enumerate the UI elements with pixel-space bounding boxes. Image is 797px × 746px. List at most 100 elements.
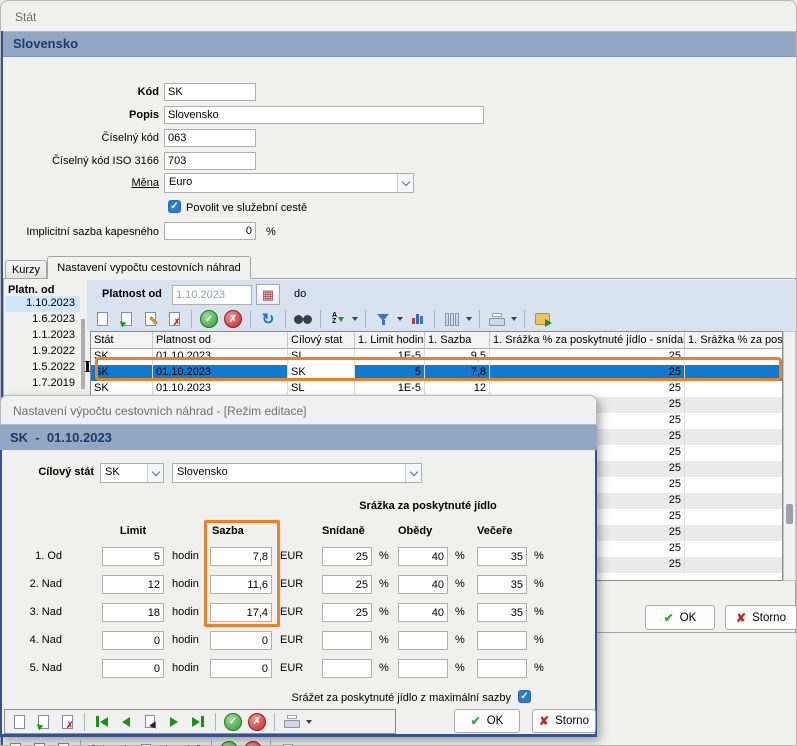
print-icon[interactable] [278, 740, 298, 746]
chevron-down-icon[interactable] [405, 464, 421, 482]
columns-icon[interactable] [442, 309, 462, 329]
vecere-field[interactable] [477, 659, 527, 678]
scrollbar-thumb[interactable] [81, 319, 85, 389]
search-binoculars-icon[interactable] [293, 309, 313, 329]
sazba-field[interactable] [210, 575, 272, 594]
snidane-field[interactable] [322, 575, 372, 594]
copy-record-icon[interactable] [116, 309, 136, 329]
browse-records-icon[interactable] [136, 740, 156, 746]
cancel-icon[interactable]: ✗ [243, 740, 263, 746]
limit-field[interactable] [102, 659, 164, 678]
tab-nastaveni-nahrad[interactable]: Nastavení vypočtu cestovních náhrad [47, 256, 251, 279]
vecere-field[interactable] [477, 547, 527, 566]
confirm-icon[interactable]: ✓ [223, 712, 243, 732]
snidane-field[interactable] [322, 631, 372, 650]
dialog-storno-button[interactable]: ✘ Storno [532, 709, 596, 733]
nav-last-icon[interactable] [188, 712, 208, 732]
table-row-selected[interactable]: SK 01.10.2023 SK 5 7,8 25 [91, 365, 782, 381]
table-row[interactable]: SK 01.10.2023 SI 1E-5 9,5 25 [91, 349, 782, 365]
confirm-icon[interactable]: ✓ [219, 740, 239, 746]
popis-field[interactable] [164, 106, 484, 124]
table-scrollbar[interactable] [783, 331, 796, 581]
copy-record-icon[interactable] [33, 712, 53, 732]
export-icon[interactable] [532, 309, 552, 329]
browse-records-icon[interactable] [140, 712, 160, 732]
edit-record-icon[interactable] [140, 309, 160, 329]
obedy-field[interactable] [398, 575, 448, 594]
sazba-field[interactable] [210, 659, 272, 678]
refresh-icon[interactable]: ↻ [258, 309, 278, 329]
filter-icon[interactable] [373, 309, 393, 329]
date-list-scrollbar[interactable] [81, 291, 85, 396]
cancel-icon[interactable]: ✗ [247, 712, 267, 732]
nav-prev-icon[interactable] [112, 740, 132, 746]
povolit-checkbox[interactable]: ✓ [168, 200, 181, 213]
nav-first-icon[interactable] [92, 712, 112, 732]
print-icon[interactable] [487, 309, 507, 329]
nav-first-icon[interactable] [88, 740, 108, 746]
limit-field[interactable] [102, 575, 164, 594]
print-icon[interactable] [282, 712, 302, 732]
sazba-field[interactable] [210, 631, 272, 650]
filter-chart-icon[interactable] [407, 309, 427, 329]
print-caret-icon[interactable] [306, 720, 312, 724]
nav-next-icon[interactable] [160, 740, 180, 746]
srazet-checkbox[interactable]: ✓ [518, 690, 531, 703]
ok-button[interactable]: ✔ OK [645, 605, 715, 630]
platnost-od-field[interactable] [172, 285, 252, 305]
nav-next-icon[interactable] [164, 712, 184, 732]
col-header[interactable]: Stát [91, 332, 153, 349]
date-list-item[interactable]: 1.6.2023 [6, 312, 80, 328]
cancel-icon[interactable]: ✗ [223, 309, 243, 329]
date-list-item[interactable]: 1.7.2019 [6, 376, 80, 392]
sort-az-icon[interactable]: AZ [328, 309, 348, 329]
tab-kurzy[interactable]: Kurzy [5, 260, 47, 279]
columns-caret-icon[interactable] [466, 317, 472, 321]
copy-record-icon[interactable] [29, 740, 49, 746]
col-header[interactable]: 1. Sazba [425, 332, 490, 349]
new-record-icon[interactable] [92, 309, 112, 329]
sort-caret-icon[interactable] [352, 317, 358, 321]
storno-button[interactable]: ✘ Storno [725, 605, 797, 630]
obedy-field[interactable] [398, 631, 448, 650]
limit-field[interactable] [102, 603, 164, 622]
chevron-down-icon[interactable] [147, 464, 163, 482]
vecere-field[interactable] [477, 631, 527, 650]
ciselny-kod-field[interactable] [164, 129, 256, 147]
snidane-field[interactable] [322, 659, 372, 678]
filter-caret-icon[interactable] [397, 317, 403, 321]
obedy-field[interactable] [398, 659, 448, 678]
nav-last-icon[interactable] [184, 740, 204, 746]
vecere-field[interactable] [477, 603, 527, 622]
date-list-item[interactable]: 1.9.2022 [6, 344, 80, 360]
snidane-field[interactable] [322, 603, 372, 622]
date-list-item[interactable]: 1.10.2023 [6, 296, 80, 312]
sazba-field[interactable] [210, 547, 272, 566]
obedy-field[interactable] [398, 603, 448, 622]
vecere-field[interactable] [477, 575, 527, 594]
dialog-ok-button[interactable]: ✔ OK [454, 709, 520, 733]
new-record-icon[interactable] [5, 740, 25, 746]
chevron-down-icon[interactable] [397, 174, 413, 192]
cilovy-stat-code-combo[interactable]: SK [100, 463, 164, 483]
nav-prev-icon[interactable] [116, 712, 136, 732]
obedy-field[interactable] [398, 547, 448, 566]
date-list-item[interactable]: 1.1.2023 [6, 328, 80, 344]
print-caret-icon[interactable] [511, 317, 517, 321]
new-record-icon[interactable] [9, 712, 29, 732]
kod-field[interactable] [164, 83, 256, 101]
cilovy-stat-name-combo[interactable]: Slovensko [172, 463, 422, 483]
confirm-icon[interactable]: ✓ [199, 309, 219, 329]
sazba-field[interactable] [210, 603, 272, 622]
iso-kod-field[interactable] [164, 152, 256, 170]
snidane-field[interactable] [322, 547, 372, 566]
delete-record-icon[interactable]: ✗ [57, 712, 77, 732]
delete-record-icon[interactable]: ✗ [164, 309, 184, 329]
col-header[interactable]: 1. Srážka % za pos [685, 332, 782, 349]
delete-record-icon[interactable]: ✗ [53, 740, 73, 746]
limit-field[interactable] [102, 631, 164, 650]
kapesne-field[interactable] [164, 222, 256, 240]
col-header[interactable]: 1. Srážka % za poskytnuté jídlo - snídan… [490, 332, 685, 349]
col-header[interactable]: Platnost od [153, 332, 288, 349]
col-header[interactable]: Cílový stat [288, 332, 355, 349]
